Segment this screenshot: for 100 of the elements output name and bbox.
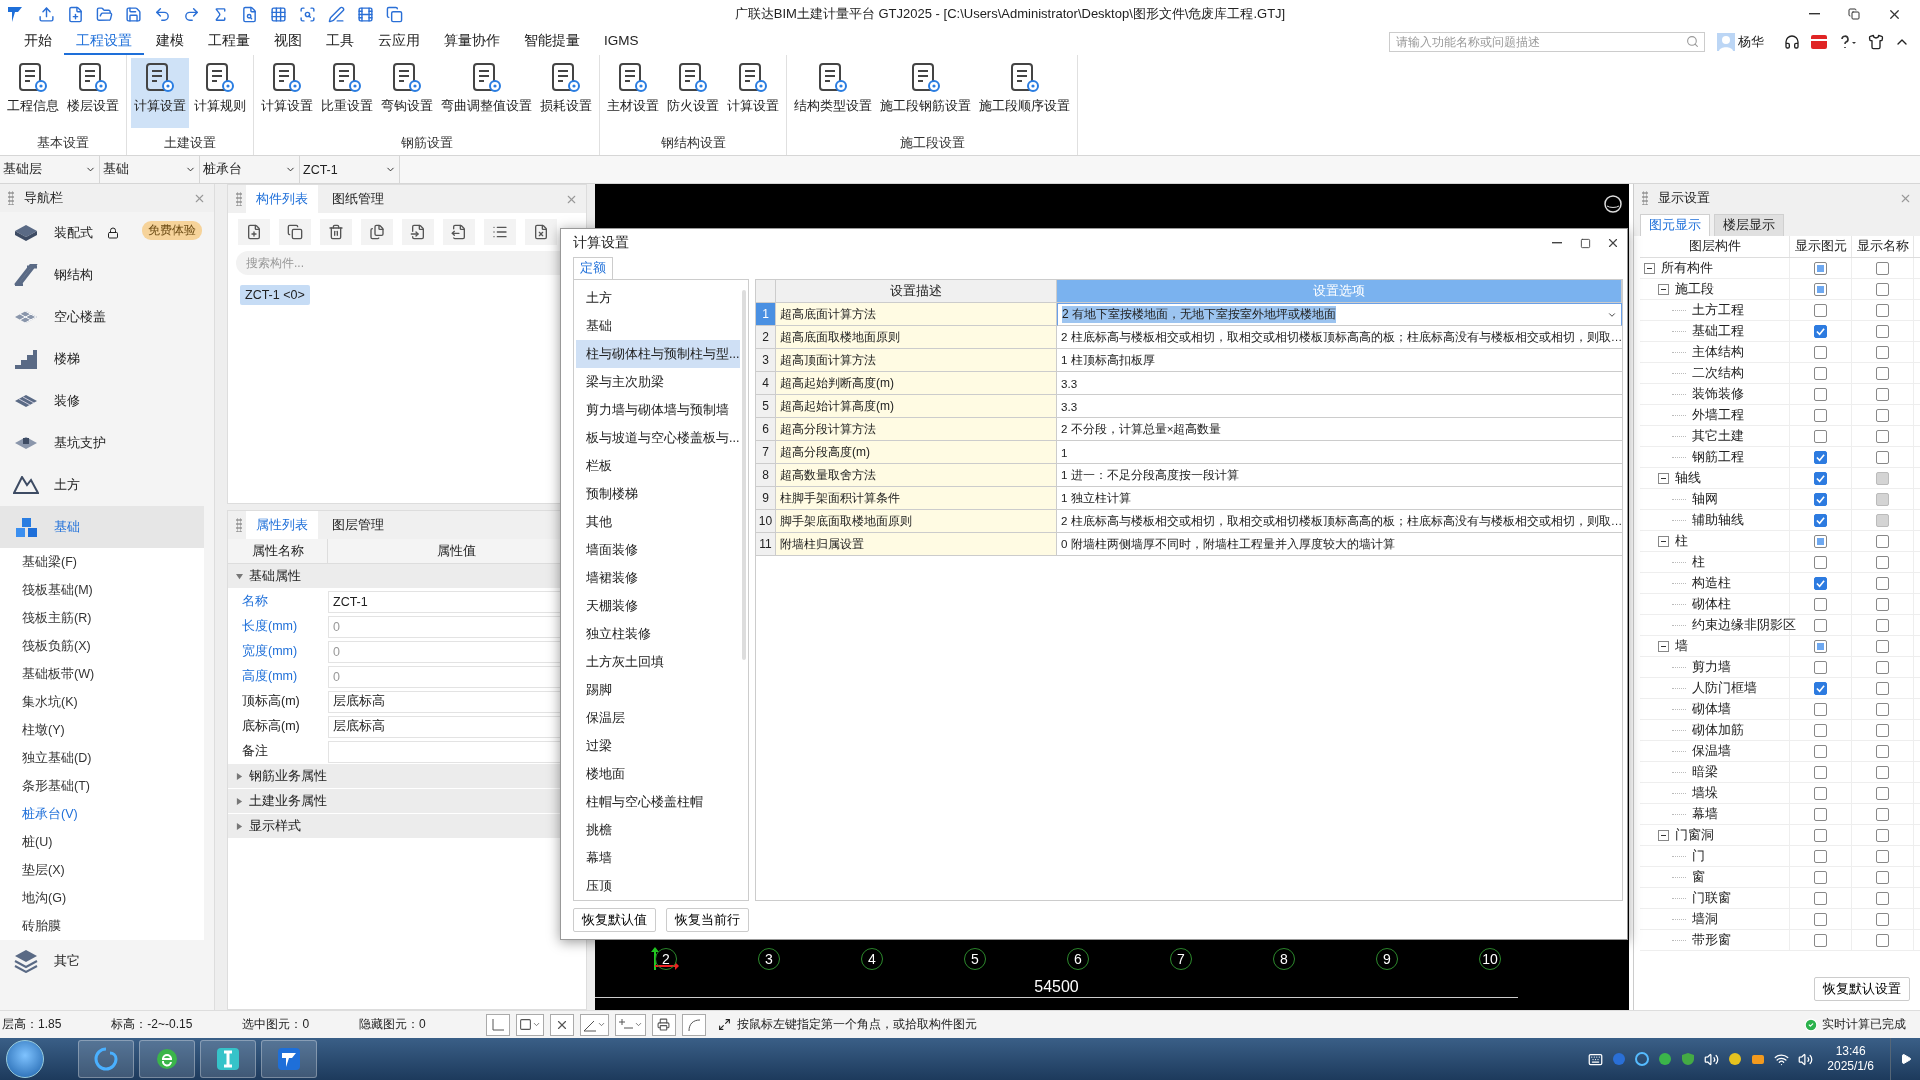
collapse-toggle-icon[interactable] [1658,829,1669,841]
table-cell[interactable]: 0 附墙柱两侧墙厚不同时，附墙柱工程量并入厚度较大的墙计算 [1057,533,1622,556]
table-cell[interactable]: 2 柱底标高与楼板相交或相切，取相交或相切楼板顶标高高的板；柱底标高没有与楼板相交或相切，则取… [1057,510,1622,533]
menu-tab[interactable]: 工程量 [196,28,262,55]
ribbon-button[interactable]: 防火设置 [664,58,722,128]
name-checkbox[interactable] [1876,765,1889,779]
volume-icon[interactable] [1704,1051,1720,1067]
show-checkbox[interactable] [1814,555,1827,569]
category-item[interactable]: 其他 [576,508,740,536]
ribbon-button[interactable]: 弯钩设置 [378,58,436,128]
name-checkbox[interactable] [1876,807,1889,821]
cloud-tray-icon[interactable] [1751,1052,1766,1066]
ribbon-button[interactable]: 施工段顺序设置 [976,58,1073,128]
category-item[interactable]: 土方 [576,284,740,312]
shirt-icon[interactable] [1868,33,1884,50]
nav-item[interactable]: 筏板负筋(X) [0,632,204,660]
show-checkbox[interactable] [1814,597,1827,611]
new-file-icon[interactable] [67,5,84,23]
toolbar-button[interactable] [525,219,557,245]
name-checkbox[interactable] [1876,282,1889,296]
toolbar-button[interactable] [361,219,393,245]
show-checkbox[interactable] [1814,471,1827,485]
table-cell[interactable]: 2 不分段，计算总量×超高数量 [1057,418,1622,441]
category-item[interactable]: 柱与砌体柱与预制柱与型... [576,340,740,368]
card-icon[interactable] [1810,33,1828,50]
selector-dropdown[interactable]: 基础层 [0,156,100,183]
ribbon-button[interactable]: 计算规则 [191,58,249,128]
collapse-toggle-icon[interactable] [1658,640,1669,652]
ribbon-button[interactable]: 计算设置 [131,58,189,128]
name-checkbox[interactable] [1876,723,1889,737]
name-checkbox[interactable] [1876,597,1889,611]
nav-item[interactable]: 筏板基础(M) [0,576,204,604]
show-checkbox[interactable] [1814,933,1827,947]
help-circle-icon[interactable] [1612,1052,1627,1066]
name-checkbox[interactable] [1876,303,1889,317]
nav-category[interactable]: 土方 [0,464,204,506]
show-checkbox[interactable] [1814,345,1827,359]
headset-icon[interactable] [1784,33,1800,50]
panel-tab[interactable]: 构件列表 [246,185,318,213]
show-checkbox[interactable] [1814,303,1827,317]
toolbar-button[interactable] [402,219,434,245]
film-icon[interactable] [357,5,374,23]
nav-item[interactable]: 柱墩(Y) [0,716,204,744]
show-checkbox[interactable] [1814,576,1827,590]
name-checkbox[interactable] [1876,786,1889,800]
name-checkbox[interactable] [1876,408,1889,422]
ribbon-button[interactable]: 施工段钢筋设置 [877,58,974,128]
nav-category[interactable]: 基础 [0,506,204,548]
menu-tab[interactable]: 建模 [144,28,196,55]
selector-dropdown[interactable]: ZCT-1 [300,156,400,183]
nav-item[interactable]: 独立基础(D) [0,744,204,772]
nav-category[interactable]: 钢结构 [0,254,204,296]
nav-item[interactable]: 桩(U) [0,828,204,856]
view-ring-icon[interactable] [1603,194,1623,214]
category-item[interactable]: 幕墙 [576,844,740,872]
file-search-icon[interactable] [241,5,258,23]
show-checkbox[interactable] [1814,912,1827,926]
name-checkbox[interactable] [1876,450,1889,464]
show-checkbox[interactable] [1814,387,1827,401]
panel-tab[interactable]: 图元显示 [1640,214,1710,236]
name-checkbox[interactable] [1876,933,1889,947]
save-icon[interactable] [125,5,142,23]
toolbar-button[interactable] [279,219,311,245]
show-checkbox[interactable] [1814,702,1827,716]
menu-tab[interactable]: 开始 [12,28,64,55]
show-checkbox[interactable] [1814,492,1827,506]
name-checkbox[interactable] [1876,870,1889,884]
name-checkbox[interactable] [1876,681,1889,695]
upload-icon[interactable] [38,5,55,23]
category-item[interactable]: 预制楼梯 [576,480,740,508]
copy-icon[interactable] [386,5,403,23]
grid-icon[interactable] [270,5,287,23]
nav-category[interactable]: 楼梯 [0,338,204,380]
scan-search-icon[interactable] [299,5,316,23]
show-checkbox[interactable] [1814,513,1827,527]
star-tray-icon[interactable] [1728,1052,1743,1066]
collapse-toggle-icon[interactable] [1658,535,1669,547]
name-checkbox[interactable] [1876,660,1889,674]
panel-tab[interactable]: 图纸管理 [322,185,394,213]
name-checkbox[interactable] [1876,744,1889,758]
collapse-toggle-icon[interactable] [1644,262,1655,274]
nav-category[interactable]: 基坑支护 [0,422,204,464]
user-name[interactable]: 杨华 [1738,32,1764,51]
nav-item[interactable]: 地沟(G) [0,884,204,912]
name-checkbox[interactable] [1876,429,1889,443]
table-cell[interactable]: 2 柱底标高与楼板相交或相切，取相交或相切楼板顶标高高的板；柱底标高没有与楼板相交或相切，则取… [1057,326,1622,349]
toolbar-button[interactable] [238,219,270,245]
menu-tab[interactable]: 算量协作 [432,28,512,55]
name-checkbox[interactable] [1876,828,1889,842]
show-checkbox[interactable] [1814,891,1827,905]
redo-icon[interactable] [183,5,200,23]
ribbon-button[interactable]: 比重设置 [318,58,376,128]
table-cell[interactable]: 1 独立柱计算 [1057,487,1622,510]
table-cell[interactable]: 3.3 [1057,372,1622,395]
category-item[interactable]: 栏板 [576,452,740,480]
table-cell[interactable]: 1 柱顶标高扣板厚 [1057,349,1622,372]
open-folder-icon[interactable] [96,5,113,23]
shield-icon[interactable] [1681,1052,1696,1066]
search-field[interactable]: 请输入功能名称或问题描述 [1389,31,1705,52]
speaker-icon[interactable] [1798,1051,1814,1067]
